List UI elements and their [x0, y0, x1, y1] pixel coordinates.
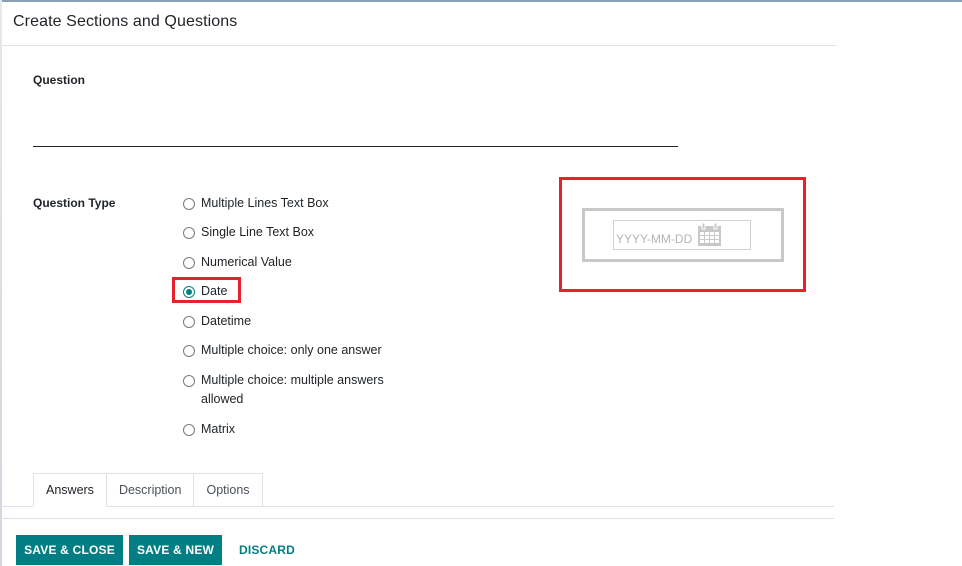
radio-button[interactable] — [183, 257, 195, 269]
radio-label: Datetime — [201, 314, 252, 328]
question-label: Question — [33, 73, 86, 87]
radio-label: Date — [201, 284, 228, 298]
tab-options[interactable]: Options — [194, 473, 263, 507]
radio-matrix[interactable]: Matrix — [183, 422, 235, 439]
radio-label: Multiple choice: multiple answers allowe… — [201, 373, 384, 406]
radio-button-checked[interactable] — [183, 286, 195, 298]
save-new-button[interactable]: SAVE & NEW — [129, 535, 222, 565]
radio-single-line[interactable]: Single Line Text Box — [183, 225, 314, 242]
tab-description[interactable]: Description — [106, 473, 195, 507]
discard-button[interactable]: DISCARD — [232, 535, 302, 565]
calendar-icon — [698, 222, 721, 246]
radio-multiple-lines[interactable]: Multiple Lines Text Box — [183, 196, 329, 213]
radio-button[interactable] — [183, 345, 195, 357]
radio-button[interactable] — [183, 375, 195, 387]
radio-button[interactable] — [183, 198, 195, 210]
question-input[interactable] — [33, 122, 678, 147]
radio-numerical-value[interactable]: Numerical Value — [183, 255, 292, 272]
tab-answers[interactable]: Answers — [33, 473, 107, 507]
radio-button[interactable] — [183, 227, 195, 239]
radio-multiple-choice-multiple[interactable]: Multiple choice: multiple answers allowe… — [183, 373, 408, 409]
radio-date[interactable]: Date — [183, 284, 227, 301]
radio-label: Matrix — [201, 422, 236, 436]
page: Create Sections and Questions Question Q… — [0, 0, 962, 566]
radio-button[interactable] — [183, 424, 195, 436]
radio-button[interactable] — [183, 316, 195, 328]
radio-label: Single Line Text Box — [201, 225, 315, 239]
header-divider — [2, 45, 836, 46]
question-type-label: Question Type — [33, 196, 116, 210]
dialog-title: Create Sections and Questions — [13, 13, 238, 30]
footer-divider — [0, 518, 834, 519]
radio-multiple-choice-one[interactable]: Multiple choice: only one answer — [183, 343, 382, 360]
notebook-tabs: Answers Description Options — [33, 473, 263, 507]
radio-label: Multiple choice: only one answer — [201, 343, 382, 357]
save-close-button[interactable]: SAVE & CLOSE — [16, 535, 123, 565]
radio-datetime[interactable]: Datetime — [183, 314, 251, 331]
date-placeholder-text: YYYY-MM-DD — [616, 232, 693, 246]
radio-label: Numerical Value — [201, 255, 292, 269]
radio-label: Multiple Lines Text Box — [201, 196, 329, 210]
